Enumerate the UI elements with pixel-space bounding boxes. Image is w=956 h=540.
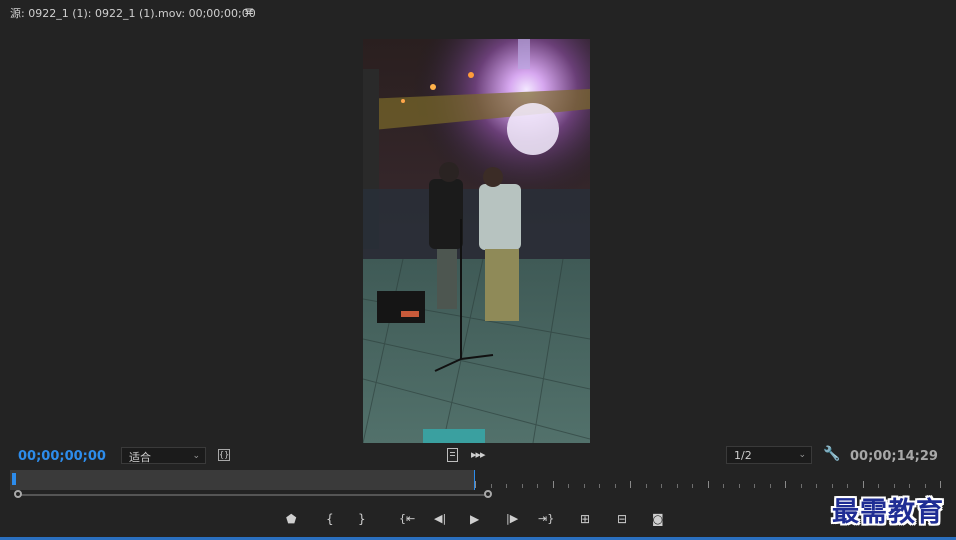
go-to-out-icon[interactable]: ⇥} — [538, 511, 554, 527]
duration-timecode: 00;00;14;29 — [850, 449, 938, 464]
ruler-tick — [769, 484, 771, 488]
ruler-tick — [676, 484, 678, 488]
scroll-handle-right[interactable] — [484, 490, 492, 498]
resolution-select[interactable]: 1/2 ⌄ — [726, 446, 812, 464]
ruler-tick — [475, 481, 476, 488]
drag-audio-video-icon[interactable]: ▸▸▸ — [471, 448, 486, 461]
ruler-tick — [521, 484, 523, 488]
hamburger-icon[interactable]: ≡ — [244, 4, 254, 18]
ruler-tick — [924, 484, 926, 488]
ruler-tick — [692, 484, 693, 488]
go-to-in-icon[interactable]: {⇤ — [399, 511, 415, 527]
film-icon[interactable] — [447, 448, 458, 462]
export-frame-icon[interactable]: ◙ — [652, 511, 664, 527]
ruler-tick — [785, 481, 786, 488]
zoom-select[interactable]: 适合 ⌄ — [121, 447, 206, 464]
mark-out-icon[interactable]: } — [358, 511, 366, 527]
safe-margins-icon[interactable]: {} — [218, 449, 230, 461]
ruler-tick — [552, 481, 554, 488]
ruler-tick — [800, 484, 802, 488]
ruler-tick — [599, 484, 600, 488]
insert-icon[interactable]: ⊞ — [580, 511, 590, 527]
ruler-tick — [614, 484, 616, 488]
ruler-tick — [738, 484, 740, 488]
ruler-tick — [490, 484, 492, 488]
overwrite-icon[interactable]: ⊟ — [617, 511, 627, 527]
zoom-select-value: 适合 — [129, 451, 151, 464]
out-point-marker[interactable] — [474, 470, 475, 490]
ruler-tick — [723, 484, 724, 488]
resolution-select-value: 1/2 — [734, 449, 752, 462]
ruler-tick — [831, 484, 833, 488]
panel-title: 源: 0922_1 (1): 0922_1 (1).mov: 00;00;00;… — [10, 7, 256, 20]
scroll-handle-left[interactable] — [14, 490, 22, 498]
playhead[interactable] — [12, 473, 16, 485]
ruler-tick — [568, 484, 569, 488]
ruler-tick — [537, 484, 538, 488]
current-timecode[interactable]: 00;00;00;00 — [18, 449, 106, 464]
ruler-tick — [940, 481, 941, 488]
watermark-logo: 最需教育 — [832, 497, 944, 528]
program-monitor-frame[interactable] — [363, 39, 590, 443]
ruler-tick — [583, 484, 585, 488]
ruler-tick — [661, 484, 662, 488]
time-ruler[interactable] — [0, 468, 956, 502]
transport-controls: ⬟ { } {⇤ ◀| ▶ |▶ ⇥} ⊞ ⊟ ◙ — [0, 508, 956, 532]
step-back-icon[interactable]: ◀| — [434, 511, 446, 527]
zoom-scrollbar[interactable] — [18, 494, 488, 496]
ruler-tick — [506, 484, 507, 488]
ruler-tick — [878, 484, 879, 488]
ruler-tick — [893, 484, 895, 488]
ruler-tick — [816, 484, 817, 488]
wrench-icon[interactable]: 🔧 — [823, 446, 840, 462]
panel-header: 源: 0922_1 (1): 0922_1 (1).mov: 00;00;00;… — [0, 0, 956, 26]
monitor-controls-row: 00;00;00;00 适合 ⌄ {} ▸▸▸ 1/2 ⌄ 🔧 00;00;14… — [0, 444, 956, 468]
mark-in-icon[interactable]: { — [326, 511, 334, 527]
chevron-down-icon: ⌄ — [192, 451, 200, 461]
in-out-range[interactable] — [10, 470, 475, 490]
chevron-down-icon: ⌄ — [798, 450, 806, 460]
play-icon[interactable]: ▶ — [470, 511, 479, 527]
ruler-tick — [909, 484, 910, 488]
step-forward-icon[interactable]: |▶ — [506, 511, 518, 527]
ruler-tick — [847, 484, 848, 488]
ruler-tick — [630, 481, 631, 488]
video-frame — [363, 39, 590, 443]
ruler-tick — [754, 484, 755, 488]
add-marker-icon[interactable]: ⬟ — [286, 511, 296, 527]
ruler-tick — [862, 481, 864, 488]
ruler-tick — [645, 484, 647, 488]
ruler-tick — [707, 481, 709, 488]
